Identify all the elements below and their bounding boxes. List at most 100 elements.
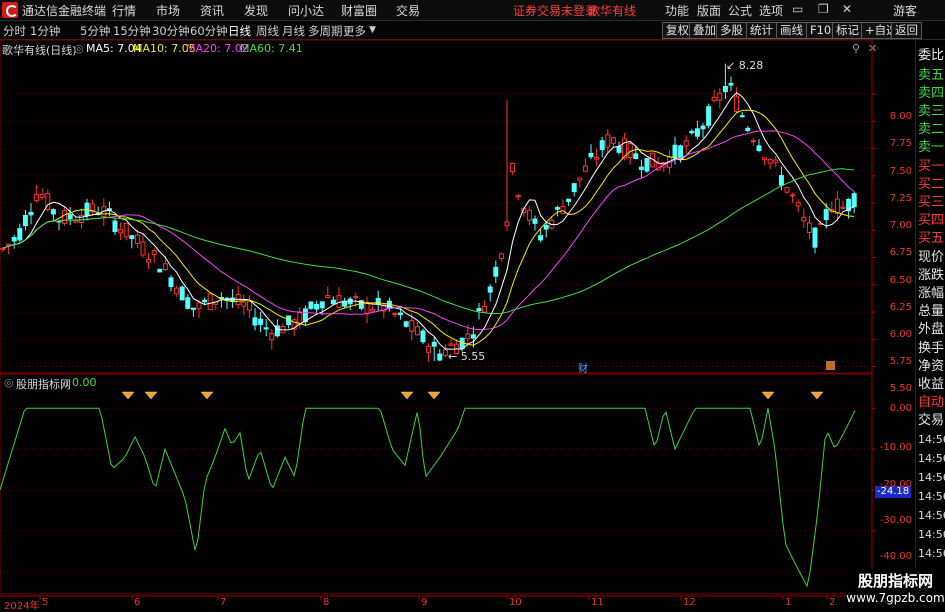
quote-label-ask1[interactable]: 卖一 bbox=[918, 136, 944, 155]
candle-body bbox=[78, 214, 84, 223]
indicator-title: 股朋指标网 bbox=[16, 378, 71, 391]
quote-label-net-assets[interactable]: 净资 bbox=[918, 355, 944, 374]
candle-body bbox=[330, 299, 336, 305]
watermark: 股朋指标网 www.7gpzb.com bbox=[846, 568, 945, 609]
candle-body bbox=[414, 326, 420, 336]
candle-body bbox=[241, 301, 247, 307]
quote-label-ask4[interactable]: 卖四 bbox=[918, 82, 944, 101]
candle-body bbox=[353, 296, 359, 299]
quote-label-turnover[interactable]: 换手 bbox=[918, 337, 944, 356]
trade-time: 14:56 bbox=[918, 509, 945, 522]
candle-body bbox=[566, 198, 572, 202]
quote-label-bid4[interactable]: 买四 bbox=[918, 209, 944, 228]
quote-label-outer[interactable]: 外盘 bbox=[918, 318, 944, 337]
high-price-value: 8.28 bbox=[738, 59, 764, 72]
indicator-tick: -20.00 bbox=[879, 479, 912, 490]
candle-body bbox=[174, 287, 180, 295]
candle-body bbox=[538, 235, 544, 241]
candle-body bbox=[554, 207, 560, 210]
quote-label-volume[interactable]: 总量 bbox=[918, 300, 944, 319]
candle-body bbox=[336, 295, 342, 308]
quote-label-ask3[interactable]: 卖三 bbox=[918, 100, 944, 119]
price-tick: 7.25 bbox=[889, 193, 912, 204]
candle-body bbox=[437, 353, 443, 361]
low-price-value: 5.55 bbox=[460, 350, 486, 363]
candle-body bbox=[398, 312, 404, 316]
indicator-series bbox=[0, 391, 856, 588]
candle-body bbox=[571, 183, 577, 193]
date-tick: 12 bbox=[683, 597, 696, 608]
candle-body bbox=[773, 159, 779, 163]
candle-body bbox=[375, 297, 381, 305]
candle-body bbox=[638, 166, 644, 170]
quote-label-bid5[interactable]: 买五 bbox=[918, 227, 944, 246]
candle-body bbox=[246, 300, 252, 311]
date-tick: 2024年 bbox=[4, 601, 40, 612]
candle-body bbox=[498, 253, 504, 259]
kline-chart[interactable] bbox=[0, 0, 945, 609]
candle-body bbox=[112, 220, 118, 233]
candle-body bbox=[532, 218, 538, 224]
quote-label-bid3[interactable]: 买三 bbox=[918, 191, 944, 210]
candle-body bbox=[577, 177, 583, 181]
candle-body bbox=[834, 198, 840, 214]
candle-body bbox=[269, 333, 275, 341]
quote-label-eps[interactable]: 收益 bbox=[918, 373, 944, 392]
candle-body bbox=[403, 321, 409, 327]
candle-body bbox=[465, 333, 471, 340]
candle-body bbox=[672, 144, 678, 159]
candle-body bbox=[190, 307, 196, 310]
quote-label-ask5[interactable]: 卖五 bbox=[918, 64, 944, 83]
signal-diamond-icon bbox=[144, 391, 158, 400]
indicator-value: 0.00 bbox=[72, 376, 97, 389]
trade-time: 14:56 bbox=[918, 452, 945, 465]
candle-body bbox=[157, 268, 163, 273]
auto-trade-label[interactable]: 自动 bbox=[918, 391, 944, 410]
candle-body bbox=[11, 236, 17, 242]
earnings-mark[interactable]: 财 bbox=[578, 360, 588, 375]
sub-legend-icon[interactable]: ◎ bbox=[4, 376, 14, 389]
candle-body bbox=[717, 92, 723, 101]
candle-body bbox=[790, 194, 796, 197]
candle-body bbox=[263, 327, 269, 330]
candle-body bbox=[448, 343, 454, 346]
quote-label-change-pct[interactable]: 涨幅 bbox=[918, 282, 944, 301]
candle-body bbox=[325, 295, 331, 298]
candle-body bbox=[722, 85, 728, 93]
candle-body bbox=[728, 82, 734, 86]
candle-body bbox=[420, 330, 426, 343]
price-tick: 6.75 bbox=[889, 247, 912, 258]
candle-body bbox=[706, 106, 712, 126]
quote-label-ask2[interactable]: 卖二 bbox=[918, 118, 944, 137]
date-tick: 11 bbox=[591, 597, 604, 608]
trade-time: 14:56 bbox=[918, 490, 945, 503]
quote-label-bid2[interactable]: 买二 bbox=[918, 173, 944, 192]
date-tick: 6 bbox=[134, 597, 141, 608]
candle-body bbox=[73, 220, 79, 223]
trade-times: 14:56 14:56 14:56 14:56 14:56 14:56 14:5… bbox=[918, 430, 945, 582]
watermark-url: www.7gpzb.com bbox=[846, 591, 945, 605]
price-tick: 7.50 bbox=[889, 166, 912, 177]
candle-body bbox=[62, 210, 68, 224]
signal-diamond-icon bbox=[200, 391, 214, 400]
date-tick: 1 bbox=[785, 597, 792, 608]
signal-diamond-icon bbox=[761, 391, 775, 400]
price-tick: 6.25 bbox=[889, 302, 912, 313]
price-tick: 5.75 bbox=[889, 356, 912, 367]
date-tick: 9 bbox=[421, 597, 428, 608]
price-tick: 7.75 bbox=[889, 138, 912, 149]
price-tick: 7.00 bbox=[889, 220, 912, 231]
quote-label-bid-ratio[interactable]: 委比 bbox=[918, 44, 944, 63]
candle-body bbox=[50, 209, 56, 215]
candle-body bbox=[476, 308, 482, 312]
indicator-tick: -30.00 bbox=[879, 515, 912, 526]
candle-body bbox=[140, 241, 146, 256]
quote-label-price[interactable]: 现价 bbox=[918, 246, 944, 265]
candle-body bbox=[610, 137, 616, 144]
trade-label[interactable]: 交易 bbox=[918, 409, 944, 428]
candle-body bbox=[767, 159, 773, 164]
quote-label-bid1[interactable]: 买一 bbox=[918, 155, 944, 174]
candle-body bbox=[168, 277, 174, 288]
candle-body bbox=[560, 206, 566, 215]
quote-label-change[interactable]: 涨跌 bbox=[918, 264, 944, 283]
